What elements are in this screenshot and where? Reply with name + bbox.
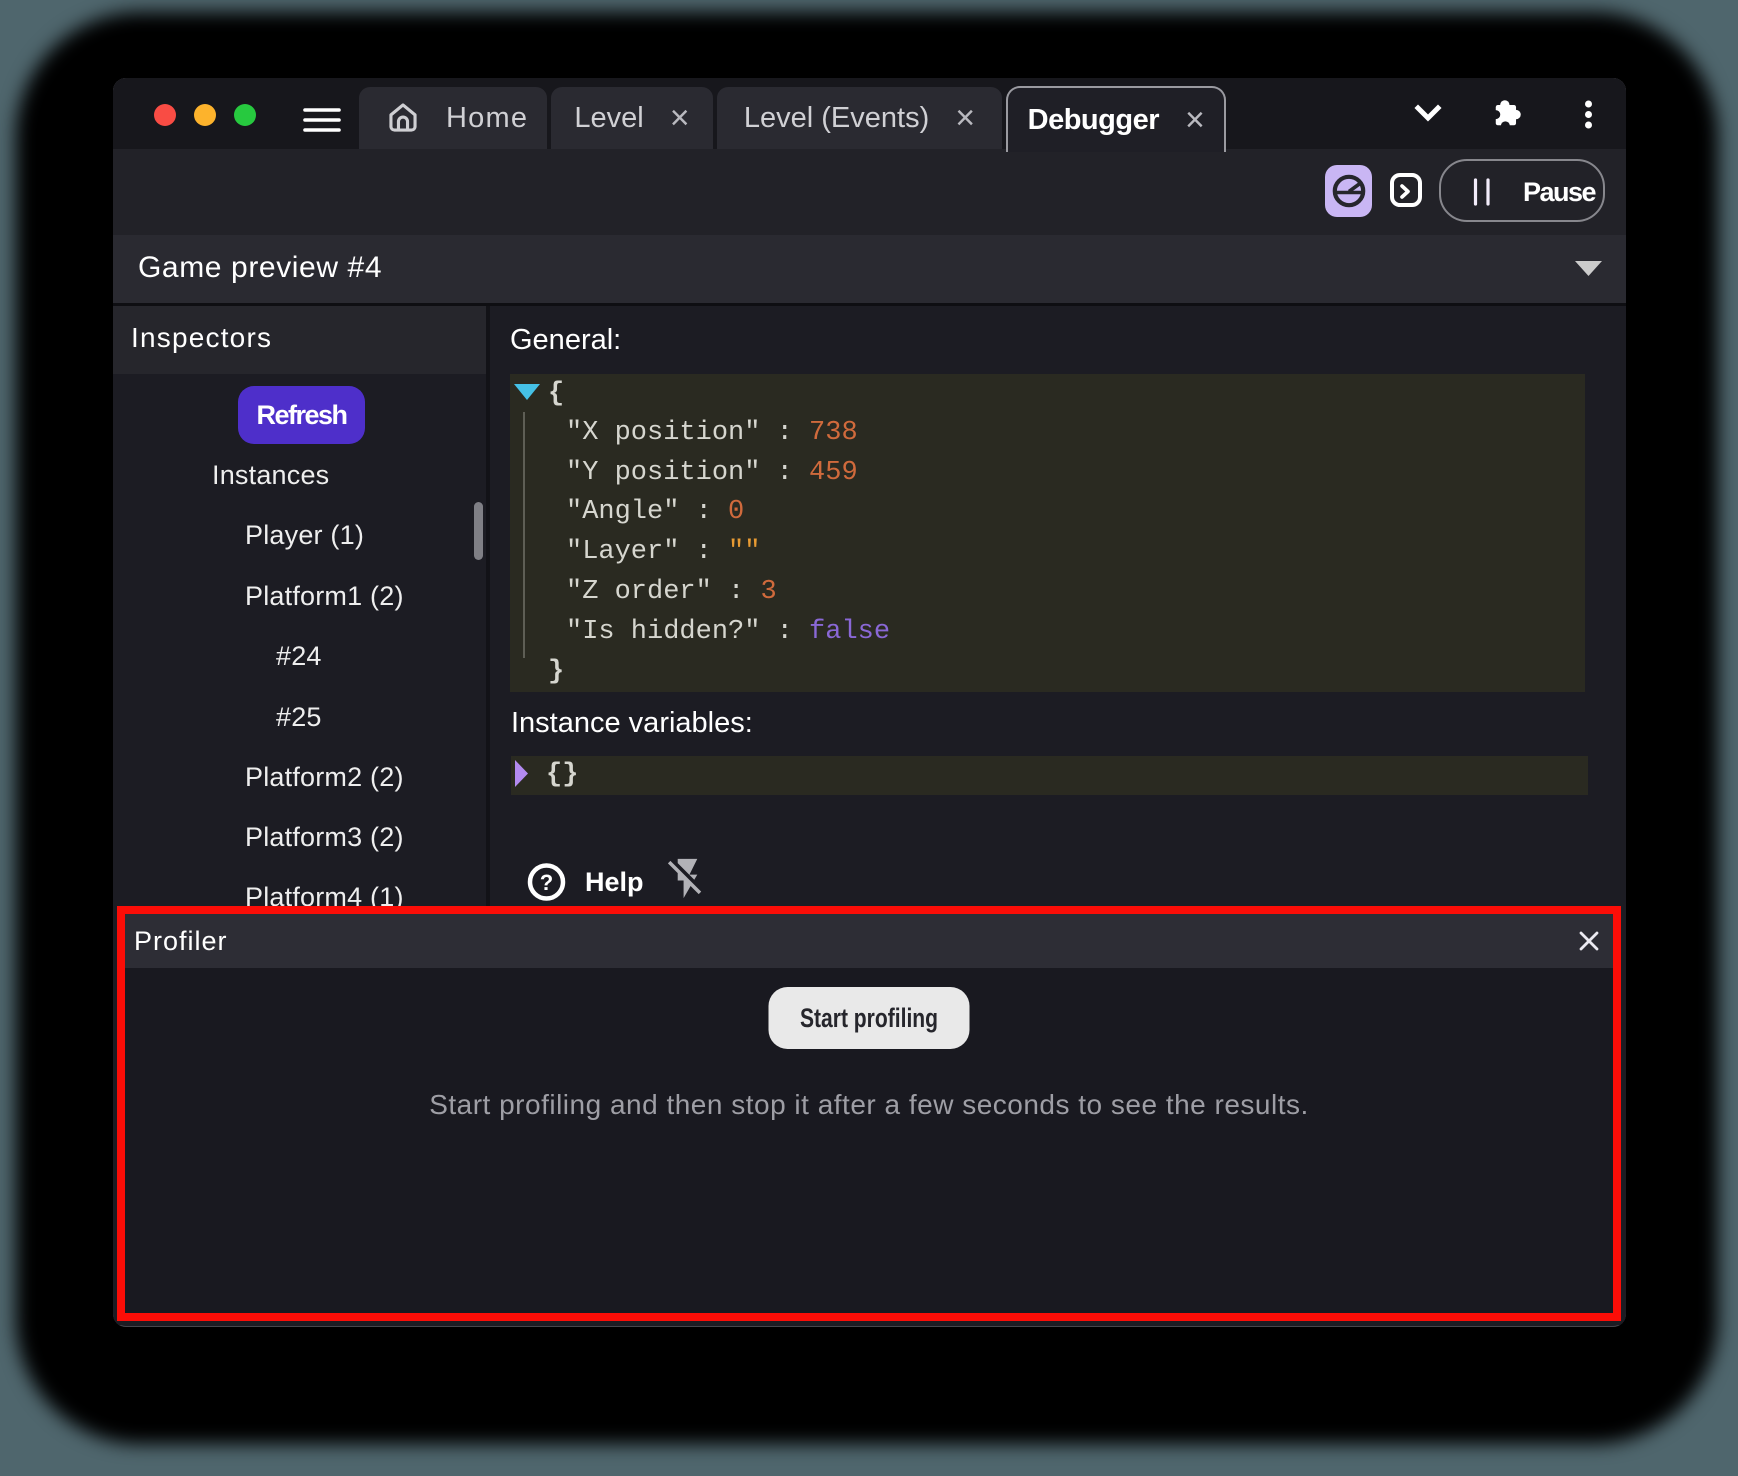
svg-text:?: ? <box>540 870 553 895</box>
